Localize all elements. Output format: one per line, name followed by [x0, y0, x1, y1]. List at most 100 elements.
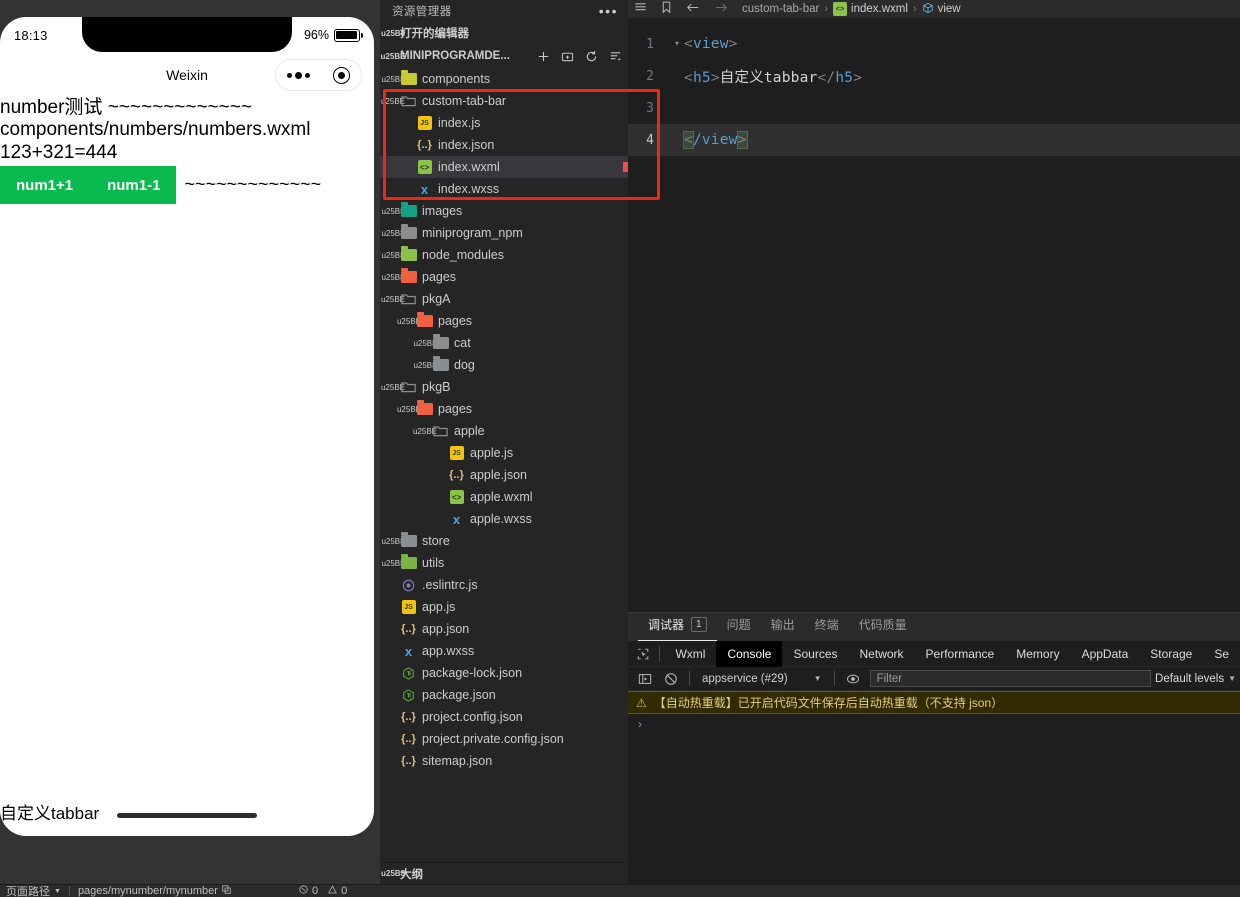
- tree-item-pages[interactable]: pages: [380, 398, 628, 420]
- breadcrumb-folder[interactable]: custom-tab-bar: [742, 3, 819, 15]
- tree-item-pkgb[interactable]: pkgB: [380, 376, 628, 398]
- inspect-element-icon[interactable]: [632, 644, 654, 664]
- copy-icon[interactable]: [222, 885, 231, 897]
- panel-tab-0[interactable]: 调试器 1: [638, 613, 717, 641]
- chevron-right-icon[interactable]: [386, 75, 400, 84]
- chevron-right-icon[interactable]: [386, 537, 400, 546]
- chevron-down-icon[interactable]: [386, 383, 400, 392]
- tree-item-app-js[interactable]: JS app.js: [380, 596, 628, 618]
- more-dots-icon[interactable]: [287, 71, 311, 79]
- tree-item-app-json[interactable]: {..} app.json: [380, 618, 628, 640]
- explorer-more-icon[interactable]: •••: [599, 4, 618, 18]
- new-file-icon[interactable]: [537, 50, 550, 63]
- breadcrumb-symbol[interactable]: view: [922, 2, 961, 17]
- tree-item-index-json[interactable]: {..} index.json: [380, 134, 628, 156]
- tree-item-package-lock-json[interactable]: package-lock.json: [380, 662, 628, 684]
- status-page-path-value[interactable]: pages/mynumber/mynumber: [78, 885, 231, 897]
- panel-tab-strip[interactable]: 调试器 1 问题 输出 终端 代码质量: [628, 613, 1240, 641]
- tree-item-apple-js[interactable]: JS apple.js: [380, 442, 628, 464]
- status-page-path[interactable]: 页面路径 ▼: [6, 885, 61, 897]
- tree-item-project-private-config-json[interactable]: {..} project.private.config.json: [380, 728, 628, 750]
- chevron-right-icon[interactable]: [418, 339, 432, 348]
- collapse-all-icon[interactable]: [609, 50, 622, 63]
- console-levels-select[interactable]: Default levels ▼: [1155, 673, 1240, 685]
- chevron-down-icon[interactable]: [418, 427, 432, 436]
- devtools-tab-performance[interactable]: Performance: [915, 641, 1006, 667]
- devtools-tab-console[interactable]: Console: [716, 640, 783, 667]
- code-line[interactable]: 3: [628, 92, 1240, 124]
- devtools-tab-appdata[interactable]: AppData: [1071, 641, 1140, 667]
- breadcrumb-file[interactable]: <> index.wxml: [833, 2, 908, 16]
- devtools-tab-wxml[interactable]: Wxml: [664, 641, 716, 667]
- console-toolbar[interactable]: appservice (#29) ▼ Filter Default levels…: [628, 667, 1240, 691]
- capsule-buttons[interactable]: [275, 59, 362, 91]
- panel-tab-4[interactable]: 代码质量: [849, 613, 917, 641]
- tree-item-utils[interactable]: utils: [380, 552, 628, 574]
- tree-item-apple[interactable]: apple: [380, 420, 628, 442]
- decrement-button[interactable]: num1-1: [107, 177, 160, 194]
- panel-tab-1[interactable]: 问题: [717, 613, 761, 641]
- chevron-down-icon[interactable]: [386, 295, 400, 304]
- back-arrow-icon[interactable]: [686, 1, 700, 17]
- devtools-tab-sources[interactable]: Sources: [782, 641, 848, 667]
- bookmark-icon[interactable]: [661, 1, 672, 17]
- code-line[interactable]: 4 </view>: [628, 124, 1240, 156]
- fold-chevron-icon[interactable]: ▾: [670, 39, 684, 49]
- chevron-right-icon[interactable]: [386, 251, 400, 260]
- devtools-tab-network[interactable]: Network: [849, 641, 915, 667]
- console-prompt[interactable]: ›: [628, 714, 1240, 734]
- tree-item-package-json[interactable]: package.json: [380, 684, 628, 706]
- tree-item-apple-json[interactable]: {..} apple.json: [380, 464, 628, 486]
- tree-item-project-config-json[interactable]: {..} project.config.json: [380, 706, 628, 728]
- chevron-down-icon[interactable]: [402, 405, 416, 414]
- tree-item-index-wxml[interactable]: <> index.wxml: [380, 156, 628, 178]
- panel-tab-2[interactable]: 输出: [761, 613, 805, 641]
- tree-item-index-js[interactable]: JS index.js: [380, 112, 628, 134]
- console-filter-input[interactable]: Filter: [869, 670, 1152, 687]
- devtools-tab-strip[interactable]: Wxml Console Sources Network Performance Memo…: [628, 640, 1240, 667]
- tree-item-node-modules[interactable]: node_modules: [380, 244, 628, 266]
- tree-item-images[interactable]: images: [380, 200, 628, 222]
- devtools-tab-se[interactable]: Se: [1203, 641, 1240, 667]
- devtools-tabs[interactable]: Wxml Console Sources Network Performance Memo…: [664, 640, 1240, 667]
- tree-item-custom-tab-bar[interactable]: custom-tab-bar: [380, 90, 628, 112]
- console-settings-eye-icon[interactable]: [840, 669, 866, 689]
- toggle-console-sidebar-icon[interactable]: [632, 669, 658, 689]
- refresh-icon[interactable]: [585, 50, 598, 63]
- section-open-editors[interactable]: 打开的编辑器: [380, 22, 628, 44]
- chevron-down-icon[interactable]: [386, 97, 400, 106]
- chevron-right-icon[interactable]: [386, 559, 400, 568]
- section-project-root[interactable]: MINIPROGRAMDE...: [380, 44, 628, 68]
- code-editor[interactable]: 1 ▾ <view> 2 <h5>自定义tabbar</h5> 3 4 </view>: [628, 18, 1240, 612]
- section-outline[interactable]: 大纲: [380, 862, 628, 884]
- tree-item-components[interactable]: components: [380, 68, 628, 90]
- tree-item-sitemap-json[interactable]: {..} sitemap.json: [380, 750, 628, 772]
- devtools-tab-memory[interactable]: Memory: [1005, 641, 1070, 667]
- devtools-tab-storage[interactable]: Storage: [1139, 641, 1203, 667]
- tree-item-miniprogram-npm[interactable]: miniprogram_npm: [380, 222, 628, 244]
- code-line[interactable]: 1 ▾ <view>: [628, 28, 1240, 60]
- console-context-select[interactable]: appservice (#29) ▼: [695, 673, 829, 685]
- tree-item-index-wxss[interactable]: x index.wxss: [380, 178, 628, 200]
- tree-item-dog[interactable]: dog: [380, 354, 628, 376]
- tree-item-cat[interactable]: cat: [380, 332, 628, 354]
- close-target-icon[interactable]: [332, 66, 350, 84]
- file-tree[interactable]: components custom-tab-bar JS index.js {..} in…: [380, 68, 628, 862]
- tree-item--eslintrc-js[interactable]: .eslintrc.js: [380, 574, 628, 596]
- chevron-right-icon[interactable]: [418, 361, 432, 370]
- tree-item-app-wxss[interactable]: x app.wxss: [380, 640, 628, 662]
- tree-item-pages[interactable]: pages: [380, 266, 628, 288]
- clear-console-icon[interactable]: [658, 669, 684, 689]
- tree-item-store[interactable]: store: [380, 530, 628, 552]
- tree-item-apple-wxss[interactable]: x apple.wxss: [380, 508, 628, 530]
- status-error-count[interactable]: 0 0: [299, 885, 347, 897]
- chevron-right-icon[interactable]: [386, 207, 400, 216]
- chevron-down-icon[interactable]: [402, 317, 416, 326]
- tree-item-apple-wxml[interactable]: <> apple.wxml: [380, 486, 628, 508]
- chevron-right-icon[interactable]: [386, 273, 400, 282]
- new-folder-icon[interactable]: [561, 50, 574, 63]
- forward-arrow-icon[interactable]: [714, 1, 728, 17]
- outline-list-icon[interactable]: [634, 1, 647, 17]
- tree-item-pkga[interactable]: pkgA: [380, 288, 628, 310]
- chevron-right-icon[interactable]: [386, 229, 400, 238]
